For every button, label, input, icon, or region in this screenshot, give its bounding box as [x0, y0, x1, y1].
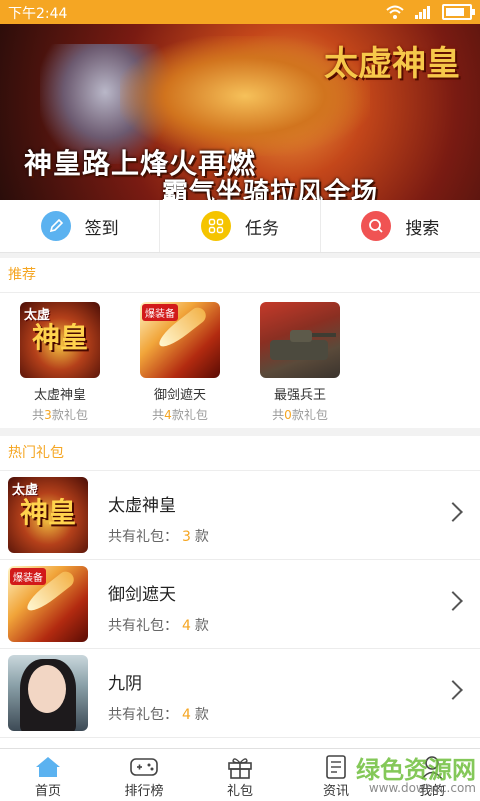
tasks-button[interactable]: 任务	[160, 200, 321, 252]
tab-gifts[interactable]: 礼包	[192, 749, 288, 801]
gift-count: 共3款礼包	[32, 408, 88, 422]
search-button[interactable]: 搜索	[321, 200, 480, 252]
tab-label: 礼包	[226, 784, 253, 799]
recommend-title: 推荐	[0, 258, 480, 293]
pencil-icon	[40, 211, 71, 241]
tasks-label: 任务	[244, 218, 279, 239]
chevron-right-icon	[443, 502, 463, 522]
gift-count: 共有礼包： 4 款	[108, 618, 209, 634]
hot-gifts-section: 热门礼包 太虚 神皇 太虚神皇 共有礼包： 3 款 爆装备 御剑遮天 共有礼包： 4 款 …	[0, 436, 480, 748]
gift-count: 共4款礼包	[152, 408, 208, 422]
search-icon	[361, 211, 392, 241]
promo-banner[interactable]: 太虚神皇 神皇路上烽火再燃 霸气坐骑拉风全场	[0, 24, 480, 200]
game-thumbnail: 爆装备	[140, 302, 220, 378]
banner-game-logo: 太虚神皇	[324, 44, 460, 84]
watermark-text: 绿色资源网	[356, 756, 476, 784]
tab-label: 排行榜	[124, 784, 164, 799]
game-thumbnail: 爆装备	[8, 566, 88, 642]
checkin-button[interactable]: 签到	[0, 200, 161, 252]
wifi-icon	[386, 5, 404, 19]
status-time: 下午2:44	[8, 6, 68, 22]
watermark: 绿色资源网 www.downcc.com	[346, 750, 476, 795]
home-icon	[36, 757, 60, 777]
game-name: 太虚神皇	[33, 388, 86, 403]
tab-label: 首页	[34, 784, 61, 799]
chevron-right-icon	[443, 680, 463, 700]
list-item[interactable]: 爆装备 御剑遮天 共有礼包： 4 款	[0, 560, 480, 649]
signal-icon	[415, 6, 430, 19]
checkin-label: 签到	[84, 218, 119, 239]
gift-count: 共0款礼包	[272, 408, 328, 422]
list-item[interactable]: 九阴 共有礼包： 4 款	[0, 649, 480, 738]
gift-count: 共有礼包： 4 款	[108, 707, 209, 723]
recommend-item[interactable]: 爆装备 御剑遮天 共4款礼包	[140, 302, 220, 423]
game-name: 最强兵王	[273, 388, 326, 403]
recommend-section: 推荐 太虚 神皇 太虚神皇 共3款礼包 爆装备 御剑遮天 共4款礼包 最强兵王 共…	[0, 258, 480, 428]
tab-home[interactable]: 首页	[0, 749, 96, 801]
search-label: 搜索	[405, 218, 440, 239]
status-bar: 下午2:44	[0, 0, 480, 24]
game-thumbnail: 太虚 神皇	[20, 302, 100, 378]
game-name: 御剑遮天	[153, 388, 206, 403]
list-item[interactable]: 太虚 神皇 太虚神皇 共有礼包： 3 款	[0, 471, 480, 560]
gift-count: 共有礼包： 3 款	[108, 529, 209, 545]
game-name: 九阴	[108, 674, 142, 694]
game-thumbnail	[260, 302, 340, 378]
gift-icon	[228, 758, 252, 779]
grid-icon	[200, 211, 231, 241]
quick-actions: 签到 任务 搜索	[0, 200, 480, 253]
hot-gifts-title: 热门礼包	[0, 436, 480, 471]
recommend-list: 太虚 神皇 太虚神皇 共3款礼包 爆装备 御剑遮天 共4款礼包 最强兵王 共0款礼…	[0, 293, 480, 423]
banner-headline-2: 霸气坐骑拉风全场	[162, 178, 379, 200]
battery-icon	[442, 4, 475, 20]
game-name: 太虚神皇	[108, 496, 176, 516]
recommend-item[interactable]: 太虚 神皇 太虚神皇 共3款礼包	[20, 302, 100, 423]
game-name: 御剑遮天	[108, 585, 176, 605]
game-thumbnail	[8, 655, 88, 731]
tab-ranking[interactable]: 排行榜	[96, 749, 192, 801]
status-icons	[386, 4, 475, 20]
gamepad-icon	[130, 758, 158, 776]
recommend-item[interactable]: 最强兵王 共0款礼包	[260, 302, 340, 423]
game-thumbnail: 太虚 神皇	[8, 477, 88, 553]
chevron-right-icon	[443, 591, 463, 611]
